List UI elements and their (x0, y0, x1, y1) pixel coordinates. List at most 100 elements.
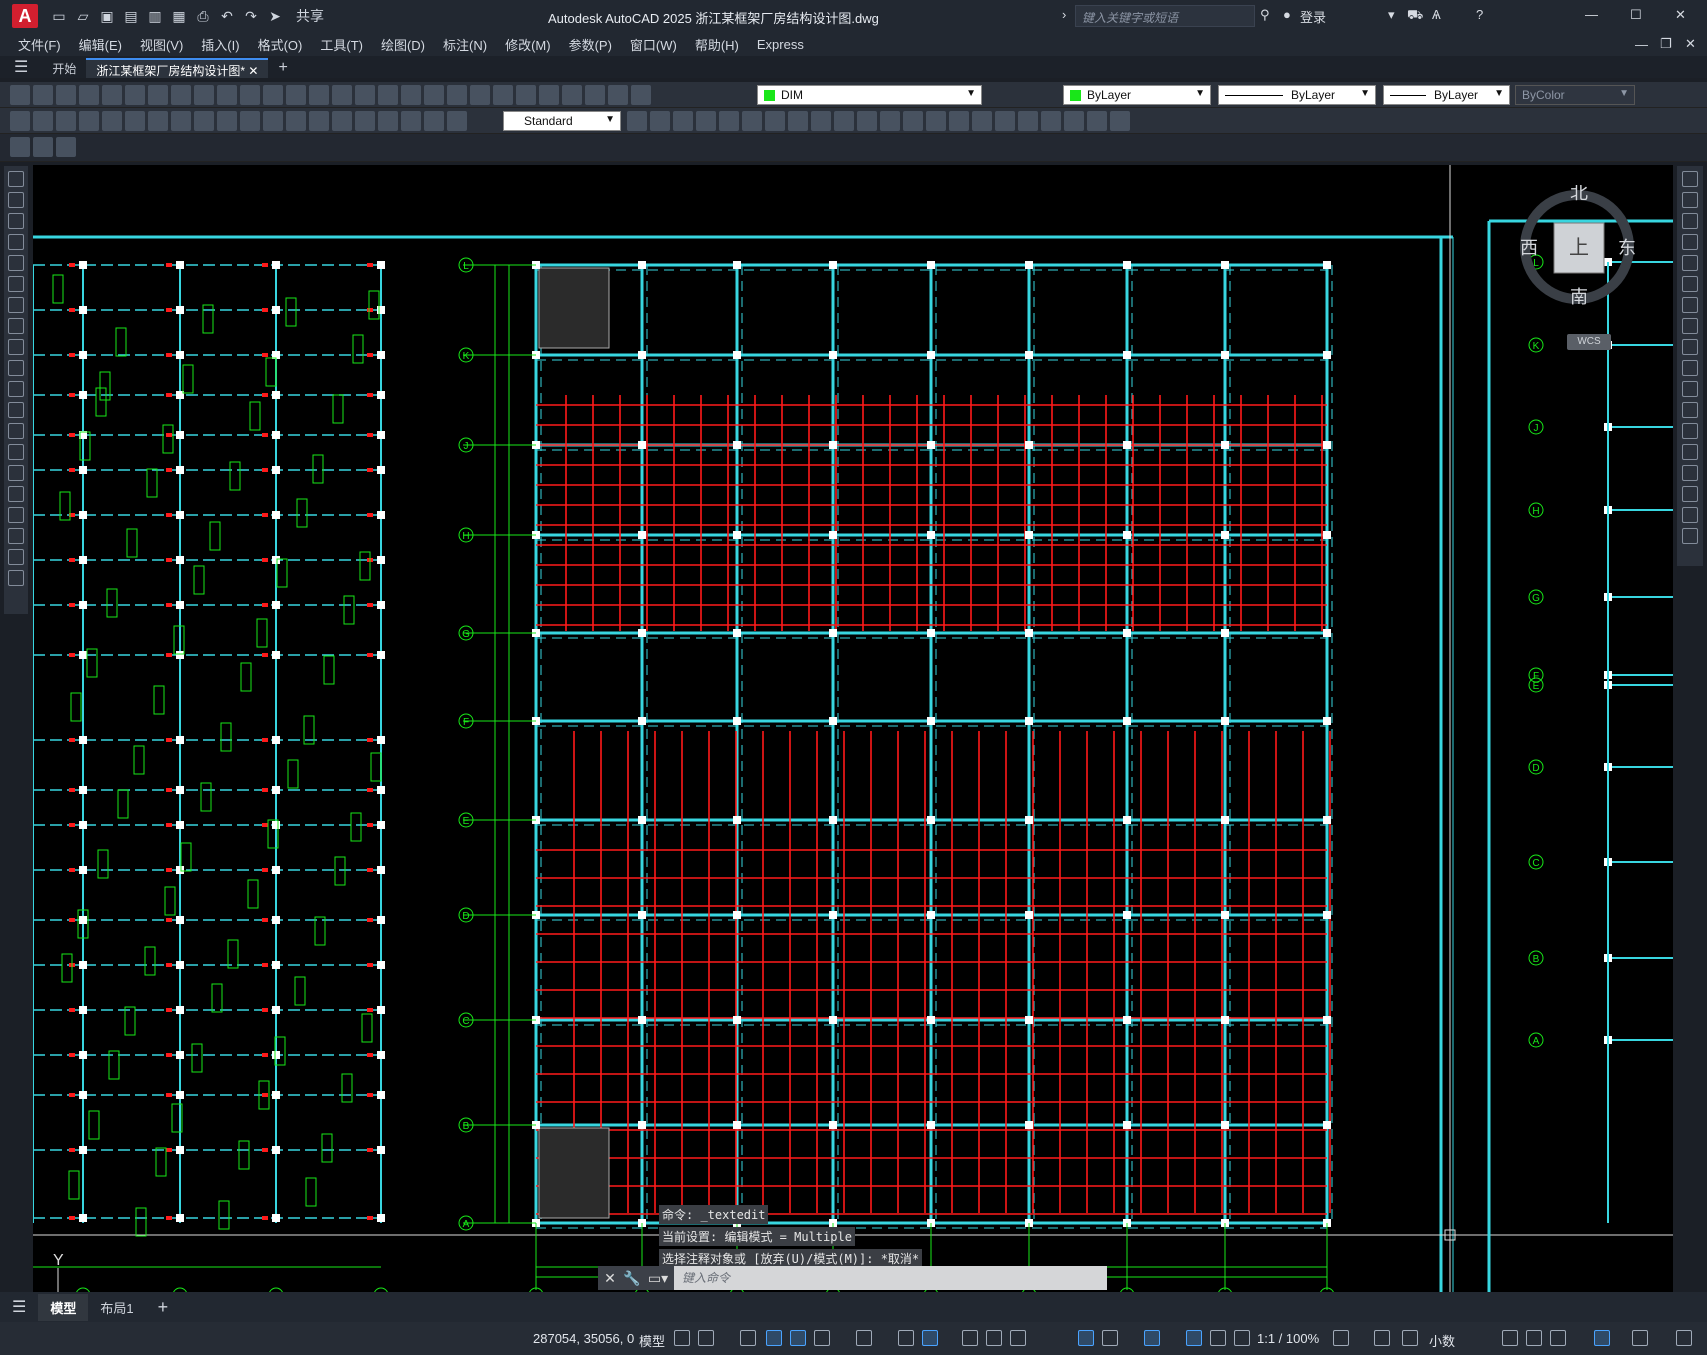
polar-icon[interactable] (814, 1330, 830, 1346)
scale-icon[interactable] (1682, 318, 1698, 334)
break-icon[interactable] (995, 111, 1015, 131)
grid-icon[interactable] (674, 1330, 690, 1346)
mirror-icon[interactable] (742, 111, 762, 131)
properties-icon[interactable] (401, 85, 421, 105)
arc-icon[interactable] (8, 276, 24, 292)
join-icon[interactable] (1682, 444, 1698, 460)
annotation-scale[interactable]: 1:1 / 100% (1257, 1331, 1319, 1346)
isodraft-icon[interactable] (856, 1330, 872, 1346)
menu-view[interactable]: 视图(V) (140, 35, 183, 54)
viewcube-north[interactable]: 北 (1570, 183, 1588, 203)
inspect-icon[interactable] (355, 111, 375, 131)
save-icon[interactable] (56, 85, 76, 105)
close-icon[interactable]: ✕ (1675, 7, 1686, 23)
object-snap-tracking-icon[interactable] (898, 1330, 914, 1346)
command-close-icon[interactable]: ✕ (598, 1266, 622, 1290)
erase-icon[interactable] (1682, 171, 1698, 187)
tab-start[interactable]: 开始 (42, 58, 86, 78)
trim-icon[interactable] (1682, 360, 1698, 376)
viewcube-east[interactable]: 东 (1618, 238, 1636, 258)
stretch-icon[interactable] (696, 111, 716, 131)
transparency-icon[interactable] (986, 1330, 1002, 1346)
auto-scale-icon[interactable] (1210, 1330, 1226, 1346)
sun-icon[interactable] (608, 85, 628, 105)
layout-menu-icon[interactable]: ☰ (0, 1293, 38, 1321)
menu-modify[interactable]: 修改(M) (505, 35, 551, 54)
tab-close-icon[interactable]: ✕ (248, 64, 258, 78)
new-icon[interactable] (10, 85, 30, 105)
customize-icon[interactable] (1676, 1330, 1692, 1346)
table-icon[interactable] (8, 528, 24, 544)
ellipse-arc-icon[interactable] (8, 381, 24, 397)
tab-layout1[interactable]: 布局1 (88, 1294, 145, 1321)
dimstyle-icon[interactable] (627, 111, 647, 131)
menu-file[interactable]: 文件(F) (18, 35, 61, 54)
chevron-right-icon[interactable]: › (1062, 7, 1066, 22)
snap-icon[interactable] (698, 1330, 714, 1346)
command-customize-icon[interactable]: 🔧 (622, 1266, 642, 1290)
dynamic-input-icon[interactable] (766, 1330, 782, 1346)
new-icon[interactable]: ▭ (50, 7, 68, 25)
matchprop-icon[interactable] (240, 85, 260, 105)
doc-restore-icon[interactable]: ❐ (1660, 36, 1672, 52)
graphics-perf-icon[interactable] (1594, 1330, 1610, 1346)
center-mark-icon[interactable] (332, 111, 352, 131)
save-icon[interactable]: ▣ (98, 7, 116, 25)
block-icon[interactable] (1018, 111, 1038, 131)
dim-baseline-icon[interactable] (217, 111, 237, 131)
dim-update-icon[interactable] (447, 111, 467, 131)
cut-icon[interactable] (171, 85, 191, 105)
bulb-icon[interactable] (585, 85, 605, 105)
revcloud-icon[interactable] (8, 318, 24, 334)
menu-edit[interactable]: 编辑(E) (79, 35, 122, 54)
fillet-icon[interactable] (1682, 486, 1698, 502)
lock-ui-icon[interactable] (1526, 1330, 1542, 1346)
autodesk-apps-icon[interactable]: Ѧ (1432, 7, 1441, 22)
dim-arc-icon[interactable] (56, 111, 76, 131)
layer-props-icon[interactable] (562, 85, 582, 105)
isolate-objects-icon[interactable] (1550, 1330, 1566, 1346)
hamburger-menu-icon[interactable]: ☰ (0, 58, 42, 78)
sheetset-icon[interactable] (470, 85, 490, 105)
dim-jogged-icon[interactable] (125, 111, 145, 131)
group-icon[interactable] (1110, 111, 1130, 131)
menu-dimension[interactable]: 标注(N) (443, 35, 487, 54)
break-icon[interactable] (1682, 423, 1698, 439)
publish-icon[interactable] (125, 85, 145, 105)
quick-dim-icon[interactable] (194, 111, 214, 131)
menu-window[interactable]: 窗口(W) (630, 35, 677, 54)
object-snap-icon[interactable] (922, 1330, 938, 1346)
dim-text-edit-icon[interactable] (424, 111, 444, 131)
plot-pdf-icon[interactable] (56, 137, 76, 157)
explode-icon[interactable] (949, 111, 969, 131)
coordinate-readout[interactable]: 287054, 35056, 0 (533, 1331, 634, 1346)
open-icon[interactable] (33, 85, 53, 105)
offset-icon[interactable] (1682, 234, 1698, 250)
etransmit-icon[interactable] (33, 137, 53, 157)
menu-format[interactable]: 格式(O) (258, 35, 303, 54)
color-dropdown[interactable]: ByLayer ▼ (1063, 85, 1211, 105)
calc-icon[interactable] (516, 85, 536, 105)
dim-linear-icon[interactable] (10, 111, 30, 131)
array-icon[interactable] (1682, 255, 1698, 271)
share-icon[interactable]: ➤ (266, 7, 284, 25)
dim-angular-icon[interactable] (171, 111, 191, 131)
construction-line-icon[interactable] (8, 192, 24, 208)
workspace-gear-icon[interactable] (1333, 1330, 1349, 1346)
tolerance-icon[interactable] (309, 111, 329, 131)
new-tab-button[interactable]: + (268, 58, 297, 78)
quick-properties-icon[interactable] (1502, 1330, 1518, 1346)
undo-icon[interactable] (263, 85, 283, 105)
web-icon[interactable]: ▥ (146, 7, 164, 25)
menu-tools[interactable]: 工具(T) (320, 35, 363, 54)
fillet-icon[interactable] (903, 111, 923, 131)
ellipse-icon[interactable] (8, 360, 24, 376)
extend-icon[interactable] (834, 111, 854, 131)
command-recent-icon[interactable]: ▭▾ (642, 1266, 674, 1290)
viewcube-south[interactable]: 南 (1570, 287, 1588, 307)
gizmo-icon[interactable] (1144, 1330, 1160, 1346)
dim-break-icon[interactable] (286, 111, 306, 131)
zoom-icon[interactable] (332, 85, 352, 105)
zoom-prev-icon[interactable] (378, 85, 398, 105)
open-icon[interactable]: ▱ (74, 7, 92, 25)
